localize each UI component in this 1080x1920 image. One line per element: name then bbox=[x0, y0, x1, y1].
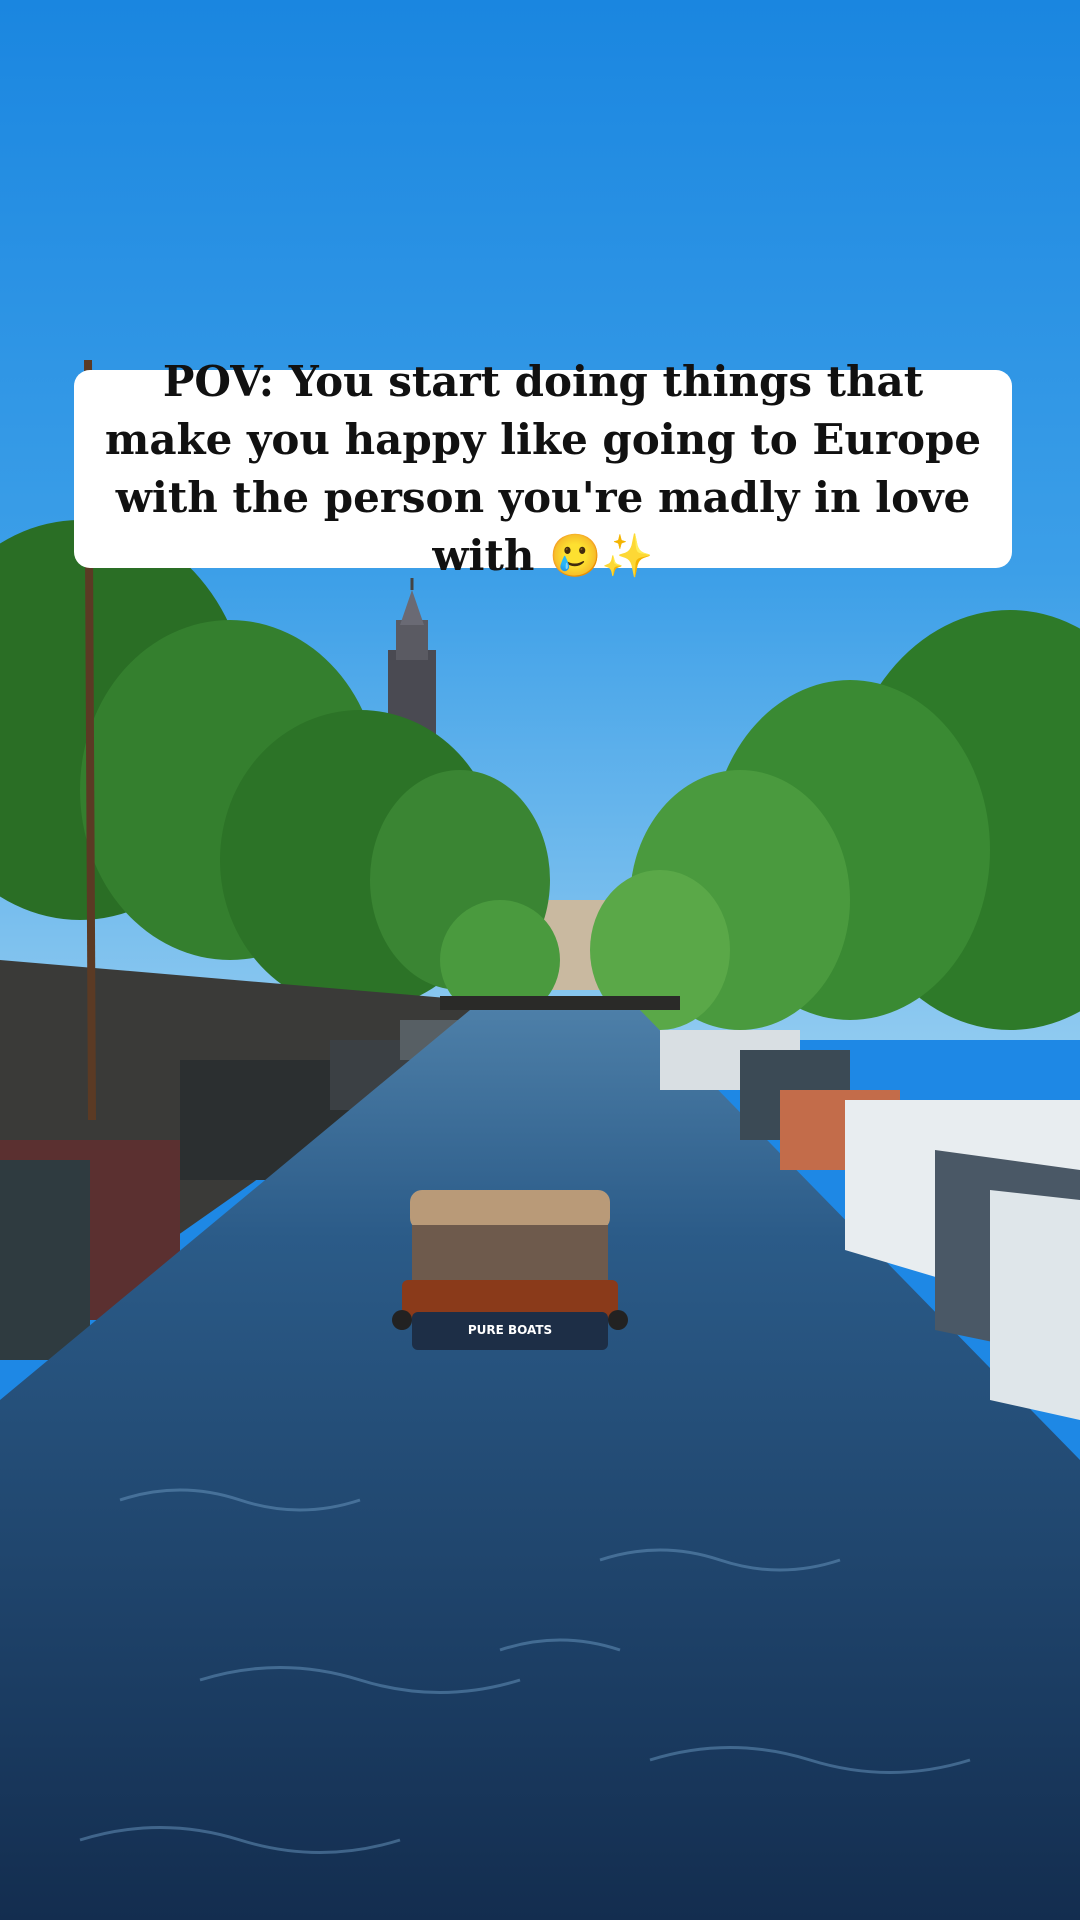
tour-boat: PURE BOATS bbox=[392, 1190, 628, 1350]
caption-card: POV: You start doing things that make yo… bbox=[74, 357, 1012, 580]
caption-text: POV: You start doing things that make yo… bbox=[104, 357, 982, 580]
canal-photo: PURE BOATS bbox=[0, 0, 1080, 1920]
post-frame: PURE BOATS POV: You start doing things t… bbox=[0, 0, 1080, 1920]
boat-label: PURE BOATS bbox=[468, 1323, 552, 1337]
